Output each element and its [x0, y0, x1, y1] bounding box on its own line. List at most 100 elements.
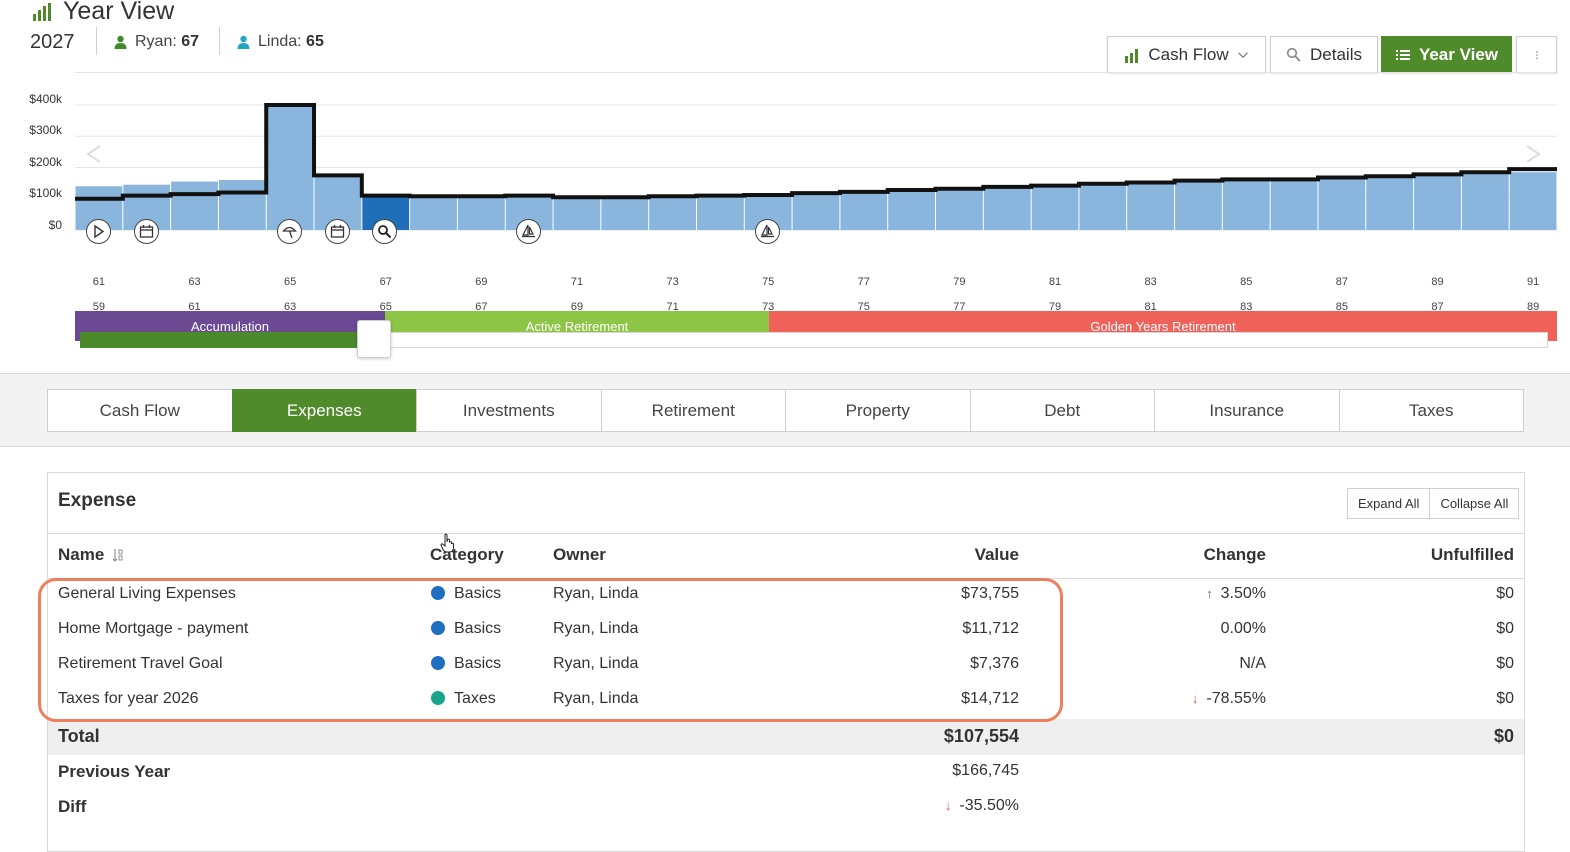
previous-year-value: $166,745	[952, 762, 1019, 779]
year-bar[interactable]	[266, 105, 314, 230]
age-tick-label: 59	[92, 301, 106, 313]
year-bar[interactable]	[1366, 176, 1414, 230]
year-bar[interactable]	[553, 198, 601, 230]
selected-year: 2027	[30, 31, 75, 53]
year-bar[interactable]	[983, 187, 1031, 230]
umbrella-icon	[282, 226, 297, 239]
tab-insurance[interactable]: Insurance	[1154, 389, 1340, 432]
diff-label-value: -35.50%	[959, 797, 1019, 814]
person-name: Linda:	[258, 33, 302, 50]
header-divider	[96, 27, 97, 55]
year-bar[interactable]	[1414, 175, 1461, 230]
tab-debt[interactable]: Debt	[969, 389, 1155, 432]
tab-cash-flow[interactable]: Cash Flow	[47, 389, 233, 432]
tab-taxes[interactable]: Taxes	[1338, 389, 1524, 432]
highlight-annotation	[38, 578, 1063, 722]
year-bar[interactable]	[1222, 180, 1270, 230]
year-bar[interactable]	[601, 198, 649, 230]
arrow-down-icon: ↓	[944, 798, 952, 813]
search-event-marker[interactable]	[372, 219, 397, 244]
age-tick-label: 89	[1431, 276, 1444, 288]
vacation-event-marker[interactable]	[277, 219, 302, 244]
year-bar[interactable]	[696, 196, 744, 230]
year-bar[interactable]	[1270, 180, 1318, 230]
age-tick-label: 77	[953, 301, 966, 313]
age-tick-label: 71	[570, 276, 584, 288]
year-bar[interactable]	[936, 189, 983, 230]
tab-retirement[interactable]: Retirement	[600, 389, 786, 432]
person-icon	[114, 35, 127, 49]
year-bar[interactable]	[218, 180, 266, 230]
age-tick-label: 89	[1526, 301, 1540, 313]
chevron-right-icon[interactable]	[1526, 145, 1541, 163]
more-options-button[interactable]	[1516, 36, 1557, 73]
column-header-name[interactable]: Name	[58, 545, 123, 565]
expand-all-button[interactable]: Expand All	[1347, 488, 1431, 519]
cash-flow-chart: $400k $300k $200k $100k $0 Accumulation …	[0, 80, 1570, 360]
age-tick-label: 85	[1240, 276, 1253, 288]
column-header-owner[interactable]: Owner	[553, 545, 606, 565]
column-label: Name	[58, 545, 105, 564]
expense-change: ↑ 3.50%	[1120, 585, 1266, 603]
expense-unfulfilled: $0	[1496, 620, 1514, 637]
total-value: $107,554	[943, 726, 1019, 746]
cash-flow-dropdown[interactable]: Cash Flow	[1107, 36, 1266, 73]
sailboat-event-marker[interactable]	[755, 219, 780, 244]
chevron-left-icon[interactable]	[86, 145, 101, 163]
divider	[48, 533, 1524, 534]
column-header-unfulfilled[interactable]: Unfulfilled	[1370, 545, 1514, 565]
year-bar[interactable]	[840, 192, 888, 231]
play-event-marker[interactable]	[86, 219, 111, 244]
collapse-all-button[interactable]: Collapse All	[1429, 488, 1520, 519]
year-view-button[interactable]: Year View	[1381, 36, 1512, 73]
year-bar[interactable]	[1079, 184, 1127, 230]
year-view-label: Year View	[1418, 44, 1499, 64]
age-tick-label: 69	[475, 276, 488, 288]
timeline-slider-handle[interactable]	[357, 320, 391, 358]
age-tick-label: 75	[762, 276, 775, 288]
year-bar[interactable]	[888, 190, 936, 230]
previous-year-label: Previous Year	[58, 762, 171, 781]
age-tick-label: 81	[1144, 301, 1157, 313]
year-bar[interactable]	[1031, 186, 1079, 230]
bar-chart-icon	[33, 3, 51, 21]
year-bar[interactable]	[410, 197, 457, 230]
sailboat-event-marker[interactable]	[516, 219, 541, 244]
age-tick-label: 83	[1240, 301, 1253, 313]
age-tick-label: 67	[475, 301, 488, 313]
column-header-value[interactable]: Value	[880, 545, 1019, 565]
age-tick-label: 71	[666, 301, 679, 313]
age-tick-label: 79	[1048, 301, 1062, 313]
calendar-event-marker[interactable]	[325, 219, 350, 244]
calendar-icon	[330, 225, 345, 238]
tab-property[interactable]: Property	[785, 389, 971, 432]
year-bar[interactable]	[792, 194, 840, 230]
expense-change: ↓ -78.55%	[1120, 690, 1266, 708]
age-tick-label: 61	[188, 301, 201, 313]
total-label: Total	[58, 726, 100, 746]
age-tick-label: 63	[284, 301, 297, 313]
sort-icon	[112, 549, 123, 562]
age-tick-label: 65	[379, 301, 392, 313]
year-bar[interactable]	[457, 197, 505, 230]
year-bar[interactable]	[1127, 183, 1175, 230]
calendar-event-marker[interactable]	[134, 219, 159, 244]
arrow-down-icon: ↓	[1191, 691, 1199, 706]
age-tick-label: 91	[1526, 276, 1540, 288]
sailboat-icon	[522, 224, 535, 238]
tab-investments[interactable]: Investments	[416, 389, 602, 432]
year-bar[interactable]	[1175, 181, 1222, 230]
year-bar[interactable]	[1318, 178, 1366, 230]
more-vertical-icon	[1535, 50, 1538, 59]
header-divider	[219, 27, 220, 55]
person-name: Ryan:	[135, 33, 177, 50]
column-header-change[interactable]: Change	[1120, 545, 1266, 565]
year-bar[interactable]	[171, 181, 218, 230]
year-bar[interactable]	[1509, 172, 1557, 230]
year-bar[interactable]	[649, 197, 696, 230]
details-button[interactable]: Details	[1270, 36, 1378, 73]
year-bar[interactable]	[1461, 173, 1509, 230]
person-ryan: Ryan: 67	[114, 33, 199, 51]
tab-expenses[interactable]: Expenses	[231, 389, 417, 432]
list-icon	[1395, 49, 1410, 60]
